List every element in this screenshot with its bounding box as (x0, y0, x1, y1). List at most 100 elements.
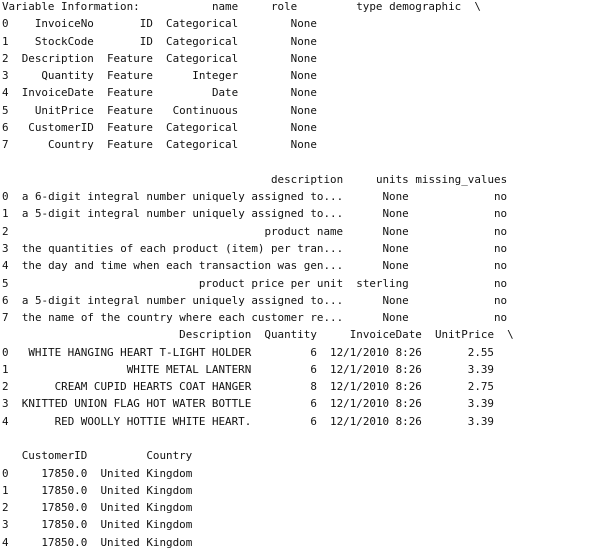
table-cell: Feature (106, 69, 153, 83)
column-header: Country (146, 449, 193, 463)
table-row: 6 a 5-digit integral number uniquely assi… (2, 292, 612, 309)
table-cell: None (382, 207, 409, 221)
table-cell: InvoiceNo (34, 17, 94, 31)
table-row: 3 the quantities of each product (item) p… (2, 240, 612, 257)
table-cell: Feature (106, 103, 153, 117)
head-header-row: Description Quantity InvoiceDate UnitPrice \ (2, 326, 612, 343)
table-row: 0 InvoiceNo ID Categorical None (2, 15, 612, 32)
table-cell: sterling (356, 276, 409, 290)
table-cell: no (494, 224, 508, 238)
row-index: 6 (2, 120, 9, 134)
row-index: 4 (2, 259, 9, 273)
table-row: 0 a 6-digit integral number uniquely assi… (2, 188, 612, 205)
row-index: 2 (2, 224, 9, 238)
table-cell: 17850.0 (41, 501, 88, 515)
row-index: 2 (2, 51, 9, 65)
table-cell: product name (264, 224, 344, 238)
column-header: Description (179, 328, 252, 342)
table-cell: 17850.0 (41, 466, 88, 480)
table-cell: 17850.0 (41, 518, 88, 532)
table-row: 4 the day and time when each transaction … (2, 257, 612, 274)
table-cell: CREAM CUPID HEARTS COAT HANGER (54, 380, 252, 394)
column-header: units (375, 172, 409, 186)
table-cell: Integer (192, 69, 239, 83)
table-row: 5 UnitPrice Feature Continuous None (2, 102, 612, 119)
table-cell: the day and time when each transaction w… (21, 259, 344, 273)
table-cell: UnitPrice (34, 103, 94, 117)
table-cell: 3.39 (467, 362, 494, 376)
table-row: 2 17850.0 United Kingdom (2, 499, 612, 516)
row-index: 5 (2, 103, 9, 117)
table-cell: Description (21, 51, 94, 65)
row-index: 3 (2, 69, 9, 83)
table-row: 1 WHITE METAL LANTERN 6 12/1/2010 8:26 3.39 (2, 361, 612, 378)
table-cell: Continuous (172, 103, 239, 117)
table-cell: no (494, 207, 508, 221)
column-header: UnitPrice (434, 328, 494, 342)
table-cell: 12/1/2010 8:26 (330, 414, 422, 428)
table-cell: None (382, 224, 409, 238)
table-cell: None (382, 293, 409, 307)
table-cell: the quantities of each product (item) pe… (21, 241, 344, 255)
column-header: name (211, 0, 239, 13)
table-cell: None (290, 34, 317, 48)
table-row: 3 17850.0 United Kingdom (2, 516, 612, 533)
table-cell: 12/1/2010 8:26 (330, 380, 422, 394)
column-header: InvoiceDate (349, 328, 422, 342)
table-cell: None (382, 241, 409, 255)
table-cell: 2.75 (467, 380, 494, 394)
row-index: 3 (2, 397, 9, 411)
table-row: 4 InvoiceDate Feature Date None (2, 84, 612, 101)
table-cell: product price per unit (198, 276, 344, 290)
row-index: 0 (2, 17, 9, 31)
row-index: 7 (2, 138, 9, 152)
notebook-output: Variable Information: name role type demogra… (2, 0, 612, 551)
column-header: Quantity (264, 328, 317, 342)
table-row: 4 17850.0 United Kingdom (2, 534, 612, 551)
table-cell: Feature (106, 86, 153, 100)
table-cell: 17850.0 (41, 535, 88, 549)
table-cell: 2.55 (467, 345, 494, 359)
table-row: 0 WHITE HANGING HEART T-LIGHT HOLDER 6 12/1… (2, 344, 612, 361)
table-cell: None (290, 69, 317, 83)
table-cell: no (494, 276, 508, 290)
table-row: 3 KNITTED UNION FLAG HOT WATER BOTTLE 6 12/… (2, 395, 612, 412)
table-cell: 3.39 (467, 414, 494, 428)
variable_info-header-row: Variable Information: name role type demogra… (2, 0, 612, 15)
table-row: 1 a 5-digit integral number uniquely assi… (2, 205, 612, 222)
table-cell: ID (139, 34, 153, 48)
table-row: 2 CREAM CUPID HEARTS COAT HANGER 8 12/1/201… (2, 378, 612, 395)
column-header: type (356, 0, 383, 13)
table-cell: Feature (106, 138, 153, 152)
table-cell: WHITE METAL LANTERN (126, 362, 252, 376)
table-cell: no (494, 259, 508, 273)
table-cell: None (290, 120, 317, 134)
table-row: 0 17850.0 United Kingdom (2, 465, 612, 482)
column-header: demographic (389, 0, 462, 13)
table-cell: United Kingdom (100, 466, 193, 480)
table-cell: 12/1/2010 8:26 (330, 345, 422, 359)
table-cell: Feature (106, 120, 153, 134)
row-index: 0 (2, 345, 9, 359)
row-index: 1 (2, 362, 9, 376)
table-row: 2 Description Feature Categorical None (2, 50, 612, 67)
table-cell: 12/1/2010 8:26 (330, 362, 422, 376)
row-index: 1 (2, 207, 9, 221)
table-cell: None (382, 259, 409, 273)
table-cell: ID (139, 17, 153, 31)
head_cont-header-row: CustomerID Country (2, 447, 612, 464)
table-cell: None (290, 17, 317, 31)
table-cell: the name of the country where each custo… (21, 311, 344, 325)
table-cell: 17850.0 (41, 483, 88, 497)
table-cell: Feature (106, 51, 153, 65)
table-cell: United Kingdom (100, 535, 193, 549)
row-index: 6 (2, 293, 9, 307)
table-cell: CustomerID (28, 120, 94, 134)
variable_info_cont-header-row: description units missing_values (2, 171, 612, 188)
row-index: 1 (2, 34, 9, 48)
row-index: 0 (2, 466, 9, 480)
table-cell: Categorical (166, 34, 239, 48)
table-cell: Categorical (166, 120, 239, 134)
table-row: 5 product price per unit sterling no (2, 275, 612, 292)
table-cell: 12/1/2010 8:26 (330, 397, 422, 411)
